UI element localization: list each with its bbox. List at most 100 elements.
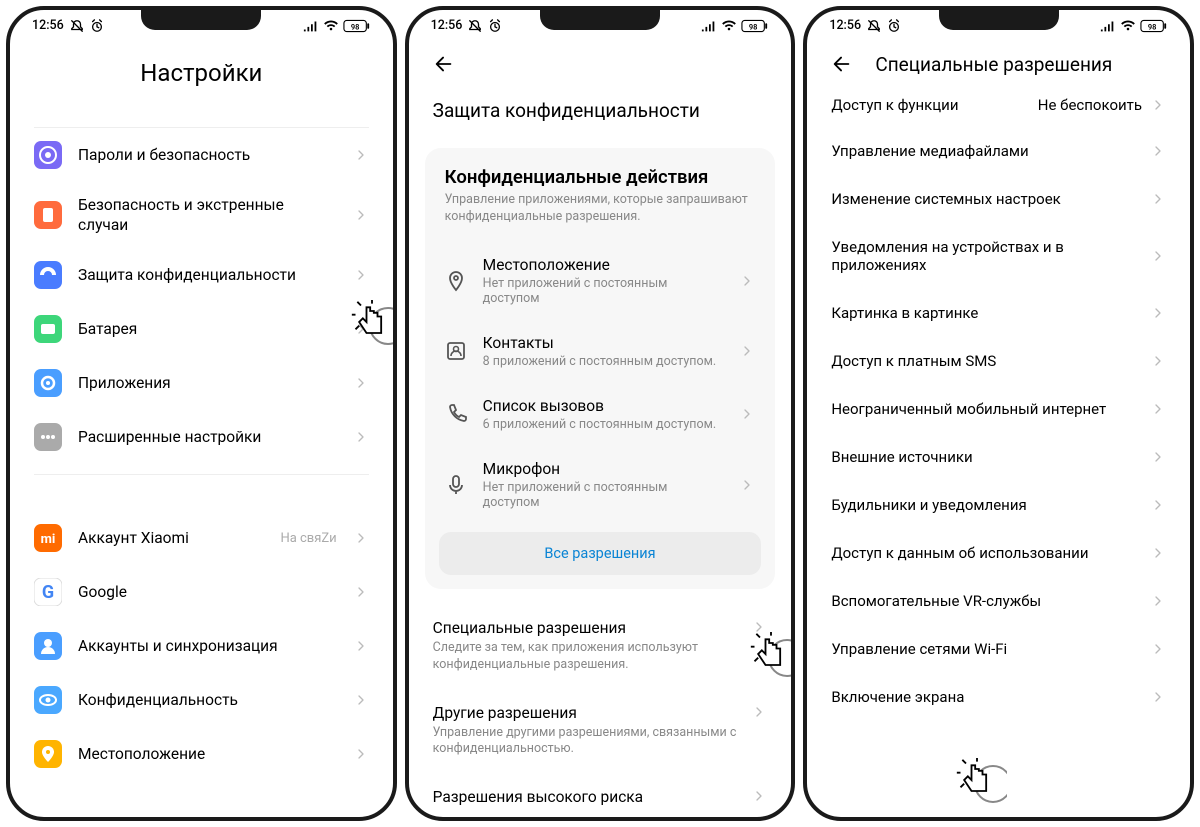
google-icon: G — [34, 578, 62, 606]
permission-label: Изменение системных настроек — [831, 190, 1150, 208]
permission-sub: 8 приложений с постоянным доступом. — [483, 354, 724, 369]
special-permission-row[interactable]: Картинка в картинке — [809, 289, 1188, 337]
back-button[interactable] — [429, 49, 459, 79]
permission-row-mic[interactable]: МикрофонНет приложений с постоянным дост… — [425, 446, 776, 524]
battery-icon — [34, 315, 62, 343]
contacts-icon — [445, 340, 467, 362]
permission-label: Контакты — [483, 334, 724, 352]
all-permissions-button[interactable]: Все разрешения — [439, 532, 762, 575]
signal-icon — [303, 20, 319, 32]
phone-settings: 12:56 Настройки Пароли и безопасностьБез… — [6, 6, 397, 821]
battery-icon — [741, 19, 769, 33]
settings-row-warning[interactable]: Безопасность и экстренные случаи — [12, 182, 391, 248]
special-permission-row[interactable]: Управление сетями Wi-Fi — [809, 625, 1188, 673]
section-row[interactable]: Разрешения высокого риска — [411, 772, 790, 817]
page-title: Защита конфиденциальности — [411, 83, 790, 148]
permission-label: Управление сетями Wi-Fi — [831, 640, 1150, 658]
settings-row-more[interactable]: Расширенные настройки — [12, 410, 391, 464]
special-permission-row[interactable]: Уведомления на устройствах и в приложени… — [809, 223, 1188, 289]
permission-label: Включение экрана — [831, 688, 1150, 706]
page-title: Настройки — [12, 37, 391, 127]
permission-label: Неограниченный мобильный интернет — [831, 400, 1150, 418]
settings-row-mi[interactable]: miАккаунт XiaomiНа свяZи — [12, 511, 391, 565]
privacy-card: Конфиденциальные действия Управление при… — [425, 148, 776, 589]
special-permission-row[interactable]: Вспомогательные VR-службы — [809, 577, 1188, 625]
permission-sub: Нет приложений с постоянным доступом — [483, 480, 724, 510]
account-icon — [34, 632, 62, 660]
alarm-icon — [488, 19, 502, 33]
special-permission-row[interactable]: Доступ к платным SMS — [809, 337, 1188, 385]
eye-icon — [34, 686, 62, 714]
section-row[interactable]: Специальные разрешенияСледите за тем, ка… — [411, 603, 790, 688]
settings-row-eye[interactable]: Конфиденциальность — [12, 673, 391, 727]
section-desc: Управление другими разрешениями, связанн… — [433, 725, 740, 759]
calllog-icon — [445, 403, 467, 425]
wifi-icon — [1120, 20, 1136, 32]
special-permission-row[interactable]: Будильники и уведомления — [809, 481, 1188, 529]
privacy-icon — [34, 261, 62, 289]
status-time: 12:56 — [431, 18, 463, 33]
special-permission-row[interactable]: Доступ к функцииНе беспокоить — [809, 83, 1188, 127]
permission-label: Будильники и уведомления — [831, 496, 1150, 514]
settings-row-account[interactable]: Аккаунты и синхронизация — [12, 619, 391, 673]
permission-label: Доступ к данным об использовании — [831, 544, 1150, 562]
row-label: Защита конфиденциальности — [78, 265, 337, 285]
row-label: Аккаунты и синхронизация — [78, 636, 337, 656]
settings-row-shield[interactable]: Пароли и безопасность — [12, 128, 391, 182]
signal-icon — [1100, 20, 1116, 32]
permission-sub: 6 приложений с постоянным доступом. — [483, 417, 724, 432]
settings-row-google[interactable]: GGoogle — [12, 565, 391, 619]
section-title: Специальные разрешения — [433, 619, 740, 637]
back-button[interactable] — [827, 49, 857, 79]
status-time: 12:56 — [829, 18, 861, 33]
notch — [540, 10, 660, 30]
page-title: Специальные разрешения — [875, 53, 1112, 76]
section-row[interactable]: Другие разрешения Управление другими разр… — [411, 688, 790, 773]
special-permission-row[interactable]: Изменение системных настроек — [809, 175, 1188, 223]
permission-label: Местоположение — [483, 256, 724, 274]
signal-icon — [701, 20, 717, 32]
permission-label: Список вызовов — [483, 397, 724, 415]
row-label: Расширенные настройки — [78, 427, 337, 447]
permission-label: Уведомления на устройствах и в приложени… — [831, 238, 1150, 274]
special-permission-row[interactable]: Доступ к данным об использовании — [809, 529, 1188, 577]
phone-special-permissions: 12:56 Специальные разрешения Доступ к фу… — [803, 6, 1194, 821]
permission-row-contacts[interactable]: Контакты 8 приложений с постоянным доступ… — [425, 320, 776, 383]
wifi-icon — [721, 20, 737, 32]
shield-icon — [34, 141, 62, 169]
settings-group-1: Пароли и безопасностьБезопасность и экст… — [12, 128, 391, 464]
settings-row-battery[interactable]: Батарея — [12, 302, 391, 356]
settings-row-location[interactable]: Местоположение — [12, 727, 391, 781]
special-permission-row[interactable]: Включение экрана — [809, 673, 1188, 721]
row-label: Аккаунт Xiaomi — [78, 528, 264, 548]
permission-row-pin[interactable]: МестоположениеНет приложений с постоянны… — [425, 242, 776, 320]
permission-label: Внешние источники — [831, 448, 1150, 466]
wifi-icon — [323, 20, 339, 32]
warning-icon — [34, 201, 62, 229]
screen-settings: Настройки Пароли и безопасностьБезопасно… — [10, 37, 393, 817]
alarm-icon — [90, 19, 104, 33]
perm-trailing: Не беспокоить — [1038, 96, 1142, 114]
row-label: Приложения — [78, 373, 337, 393]
section-title: Разрешения высокого риска — [433, 788, 740, 806]
svg-text:G: G — [42, 582, 54, 603]
screen-special-permissions: Специальные разрешения Доступ к функцииН… — [807, 37, 1190, 817]
mic-icon — [445, 474, 467, 496]
pin-icon — [445, 270, 467, 292]
permission-label: Доступ к платным SMS — [831, 352, 1150, 370]
row-label: Конфиденциальность — [78, 690, 337, 710]
permission-label: Доступ к функции — [831, 96, 1037, 114]
mute-icon — [468, 19, 482, 33]
special-permission-row[interactable]: Внешние источники — [809, 433, 1188, 481]
notch — [141, 10, 261, 30]
section-title: Другие разрешения — [433, 704, 740, 722]
permission-row-calllog[interactable]: Список вызовов 6 приложений с постоянным … — [425, 383, 776, 446]
settings-row-apps[interactable]: Приложения — [12, 356, 391, 410]
battery-icon — [1140, 19, 1168, 33]
mi-icon: mi — [34, 524, 62, 552]
settings-row-privacy[interactable]: Защита конфиденциальности — [12, 248, 391, 302]
location-icon — [34, 740, 62, 768]
special-permission-row[interactable]: Управление медиафайлами — [809, 127, 1188, 175]
phone-privacy: 12:56 Защита конфиденциальности Конфиден… — [405, 6, 796, 821]
special-permission-row[interactable]: Неограниченный мобильный интернет — [809, 385, 1188, 433]
